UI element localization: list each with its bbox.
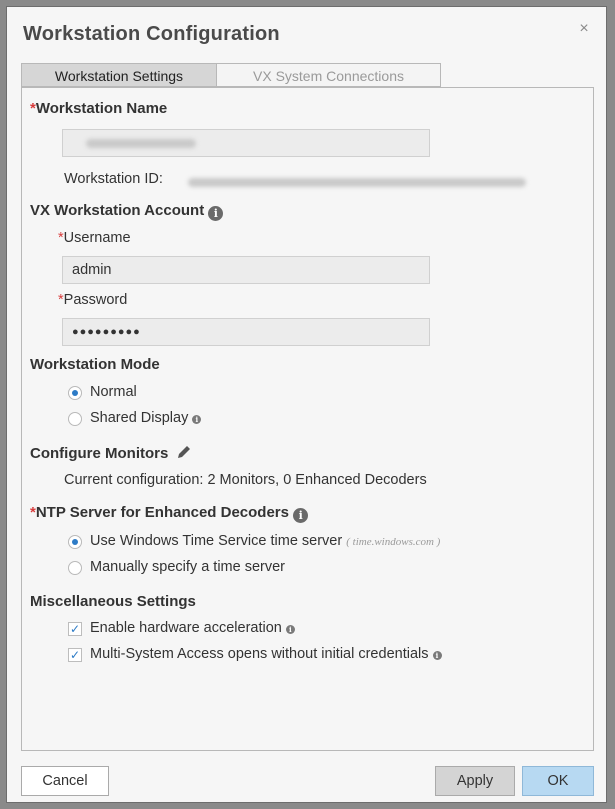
- ntp-manual-label: Manually specify a time server: [90, 559, 286, 575]
- multi-system-checkbox[interactable]: ✓: [68, 648, 82, 662]
- redacted-name: [86, 138, 196, 148]
- workstation-configuration-dialog: Workstation Configuration × Workstation …: [6, 6, 607, 803]
- info-icon[interactable]: i: [285, 625, 295, 634]
- hw-acceleration-option: Enable hardware acceleration i: [90, 620, 295, 636]
- ok-button[interactable]: OK: [522, 766, 594, 796]
- cancel-button[interactable]: Cancel: [21, 766, 109, 796]
- username-heading: *Username: [58, 230, 131, 246]
- ntp-windows-option: Use Windows Time Service time server ( t…: [90, 533, 440, 549]
- dialog-title: Workstation Configuration: [23, 23, 280, 45]
- misc-settings-heading: Miscellaneous Settings: [30, 593, 196, 610]
- mode-shared-display-radio[interactable]: [68, 412, 82, 426]
- monitors-current-config: Current configuration: 2 Monitors, 0 Enh…: [64, 472, 427, 488]
- multi-system-label: Multi-System Access opens without initia…: [90, 646, 429, 662]
- info-icon[interactable]: i: [208, 206, 224, 221]
- username-label: Username: [63, 230, 131, 246]
- workstation-name-field[interactable]: [62, 129, 430, 157]
- password-field[interactable]: ●●●●●●●●●: [62, 318, 430, 346]
- mode-normal-radio[interactable]: [68, 386, 82, 400]
- ntp-windows-label: Use Windows Time Service time server: [90, 533, 343, 549]
- mode-shared-display-option: Shared Display i: [90, 410, 202, 426]
- ntp-windows-hint: ( time.windows.com ): [346, 536, 441, 548]
- mode-normal-label: Normal: [90, 384, 137, 400]
- workstation-name-label: Workstation Name: [35, 100, 168, 117]
- configure-monitors-label: Configure Monitors: [30, 445, 169, 462]
- password-label: Password: [63, 292, 128, 308]
- workstation-name-heading: *Workstation Name: [30, 100, 167, 117]
- vx-account-heading: VX Workstation Account i: [30, 202, 224, 221]
- mode-shared-display-label: Shared Display: [90, 410, 189, 426]
- close-icon[interactable]: ×: [576, 21, 592, 37]
- password-heading: *Password: [58, 292, 127, 308]
- hw-acceleration-checkbox[interactable]: ✓: [68, 622, 82, 636]
- apply-button[interactable]: Apply: [435, 766, 515, 796]
- ntp-windows-radio[interactable]: [68, 535, 82, 549]
- tab-workstation-settings[interactable]: Workstation Settings: [21, 63, 217, 87]
- username-field[interactable]: admin: [62, 256, 430, 284]
- pencil-icon[interactable]: [176, 444, 192, 460]
- ntp-manual-radio[interactable]: [68, 561, 82, 575]
- settings-panel: *Workstation Name Workstation ID: VX Wor…: [21, 87, 594, 751]
- ntp-server-heading: *NTP Server for Enhanced Decoders i: [30, 504, 309, 523]
- hw-acceleration-label: Enable hardware acceleration: [90, 620, 282, 636]
- redacted-workstation-id: [188, 178, 526, 187]
- vx-account-label: VX Workstation Account: [30, 202, 205, 219]
- info-icon[interactable]: i: [192, 415, 202, 424]
- info-icon[interactable]: i: [432, 651, 442, 660]
- dialog-titlebar: Workstation Configuration ×: [7, 7, 606, 63]
- ntp-server-label: NTP Server for Enhanced Decoders: [35, 504, 289, 521]
- info-icon[interactable]: i: [293, 508, 309, 523]
- tab-vx-system-connections[interactable]: VX System Connections: [217, 63, 441, 87]
- configure-monitors-heading: Configure Monitors: [30, 444, 192, 462]
- multi-system-option: Multi-System Access opens without initia…: [90, 646, 442, 662]
- workstation-mode-heading: Workstation Mode: [30, 356, 160, 373]
- workstation-id-label: Workstation ID:: [64, 171, 163, 187]
